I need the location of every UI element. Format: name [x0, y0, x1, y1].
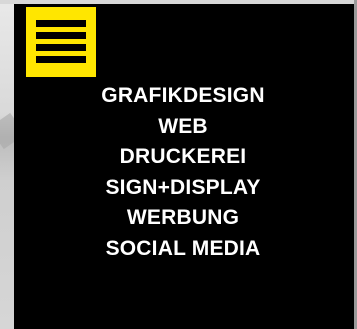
nav-link-grafikdesign[interactable]: GRAFIKDESIGN	[101, 84, 264, 107]
nav-item-werbung: WERBUNG	[13, 203, 353, 234]
nav-item-web: WEB	[13, 112, 353, 143]
nav-item-social-media: SOCIAL MEDIA	[13, 234, 353, 265]
menu-bar-2	[36, 32, 86, 39]
nav-item-druckerei: DRUCKEREI	[13, 142, 353, 173]
nav-item-grafikdesign: GRAFIKDESIGN	[13, 81, 353, 112]
nav-link-werbung[interactable]: WERBUNG	[127, 206, 239, 229]
nav-link-sign-display[interactable]: SIGN+DISPLAY	[105, 176, 260, 199]
nav-menu-list: GRAFIKDESIGN WEB DRUCKEREI SIGN+DISPLAY …	[13, 81, 353, 264]
background-page-edge	[0, 0, 26, 329]
nav-link-druckerei[interactable]: DRUCKEREI	[120, 145, 247, 168]
nav-item-sign-display: SIGN+DISPLAY	[13, 173, 353, 204]
hamburger-menu-icon[interactable]	[26, 7, 96, 77]
menu-bar-3	[36, 44, 86, 51]
menu-bar-4	[36, 56, 86, 63]
nav-link-web[interactable]: WEB	[158, 115, 208, 138]
menu-bar-1	[36, 20, 86, 27]
nav-link-social-media[interactable]: SOCIAL MEDIA	[106, 237, 261, 260]
